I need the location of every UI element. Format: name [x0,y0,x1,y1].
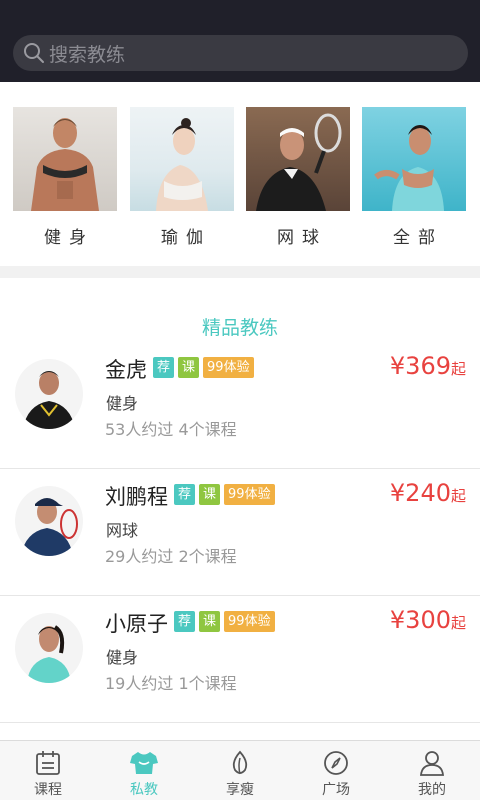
price-suffix: 起 [450,360,466,378]
shirt-icon [130,752,158,774]
category-row: 健身 瑜伽 网球 全部 [0,82,480,266]
price-value: ¥240 [389,479,451,507]
coach-sport: 网球 [106,521,139,540]
tab-label: 广场 [322,782,350,798]
coach-stats: 29人约过 2个课程 [105,547,237,566]
coach-name: 小原子 [105,612,168,636]
bottom-tab-bar: 课程 私教 享瘦 广场 我的 [0,740,480,800]
category-label: 全部 [393,228,443,248]
tag-recommend: 荐 [174,484,196,505]
calendar-icon [36,751,60,775]
category-yoga[interactable]: 瑜伽 [130,107,234,248]
tag-recommend: 荐 [153,357,175,378]
coach-tags: 荐 课 99体验 [174,611,275,632]
price-suffix: 起 [450,614,466,632]
category-label: 网球 [277,228,327,248]
category-label: 瑜伽 [161,228,211,248]
tab-private-coach[interactable]: 私教 [96,741,192,800]
coach-sport: 健身 [106,648,139,667]
tab-label: 我的 [418,782,446,798]
tag-trial: 99体验 [224,611,275,632]
tennis-photo [246,107,350,211]
category-label: 健身 [44,228,94,248]
coach-sport: 健身 [106,394,139,413]
price-value: ¥300 [389,606,451,634]
leaf-icon [232,750,248,775]
coach-tags: 荐 课 99体验 [174,484,275,505]
coach-stats: 53人约过 4个课程 [105,420,237,439]
coach-price: ¥240起 [390,479,466,507]
yoga-photo [130,107,234,211]
user-icon [420,751,444,776]
all-photo [362,107,466,211]
tab-slim[interactable]: 享瘦 [192,741,288,800]
tab-square[interactable]: 广场 [288,741,384,800]
coach-name: 金虎 [105,358,147,382]
tab-courses[interactable]: 课程 [0,741,96,800]
section-divider [0,266,480,278]
coach-card-1[interactable]: 刘鹏程 荐 课 99体验 网球 29人约过 2个课程 ¥240起 [0,469,480,596]
search-placeholder: 搜索教练 [49,43,126,66]
category-tennis[interactable]: 网球 [246,107,350,248]
price-suffix: 起 [450,487,466,505]
coach-tags: 荐 课 99体验 [153,357,254,378]
tag-recommend: 荐 [174,611,196,632]
search-icon [24,43,44,63]
coach-price: ¥300起 [390,606,466,634]
search-bar[interactable]: 搜索教练 [13,35,468,71]
tag-course: 课 [199,611,221,632]
tag-trial: 99体验 [203,357,254,378]
tab-label: 课程 [34,782,62,798]
header: 搜索教练 [0,0,480,82]
tag-trial: 99体验 [224,484,275,505]
avatar [15,613,83,683]
coach-price: ¥369起 [390,352,466,380]
category-all[interactable]: 全部 [362,107,466,248]
avatar [15,486,83,556]
tab-mine[interactable]: 我的 [384,741,480,800]
coach-card-2[interactable]: 小原子 荐 课 99体验 健身 19人约过 1个课程 ¥300起 [0,596,480,723]
tab-label: 享瘦 [226,782,254,798]
compass-icon [324,751,348,775]
avatar [15,359,83,429]
tag-course: 课 [199,484,221,505]
coach-card-0[interactable]: 金虎 荐 课 99体验 健身 53人约过 4个课程 ¥369起 [0,342,480,469]
coach-name: 刘鹏程 [105,485,168,509]
section-title: 精品教练 [201,317,278,339]
category-fitness[interactable]: 健身 [13,107,117,248]
tag-course: 课 [178,357,200,378]
price-value: ¥369 [389,352,451,380]
coach-stats: 19人约过 1个课程 [105,674,237,693]
fitness-photo [13,107,117,211]
tab-label: 私教 [130,782,158,798]
